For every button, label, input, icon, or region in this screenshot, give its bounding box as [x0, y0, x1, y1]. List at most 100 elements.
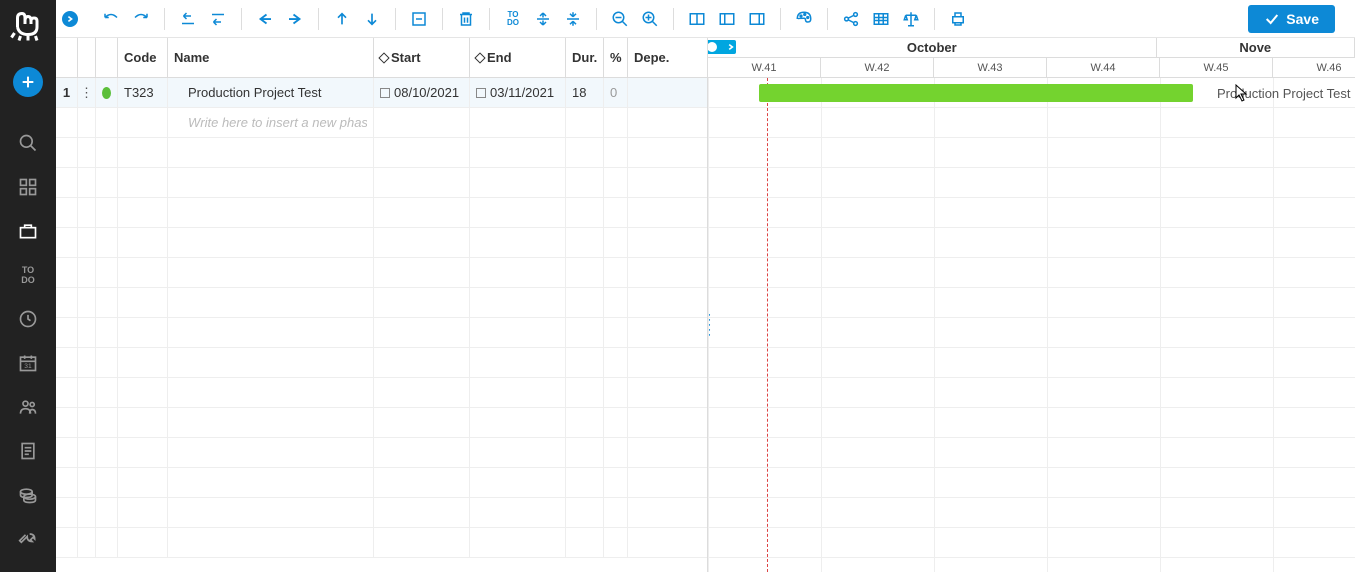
save-button[interactable]: Save: [1248, 5, 1335, 33]
table-row[interactable]: [56, 408, 707, 438]
todo-toolbar-button[interactable]: TODO: [501, 7, 525, 31]
gantt-row[interactable]: [708, 138, 1355, 168]
gantt-row[interactable]: [708, 318, 1355, 348]
table-row[interactable]: [56, 468, 707, 498]
table-row[interactable]: [56, 438, 707, 468]
gantt-row[interactable]: [708, 468, 1355, 498]
decrease-button[interactable]: [407, 7, 431, 31]
save-button-label: Save: [1286, 11, 1319, 27]
svg-text:31: 31: [24, 363, 32, 370]
table-row[interactable]: [56, 348, 707, 378]
balance-button[interactable]: [899, 7, 923, 31]
gantt-row[interactable]: [708, 258, 1355, 288]
table-row[interactable]: [56, 108, 707, 138]
gantt-row[interactable]: [708, 438, 1355, 468]
checkbox-icon[interactable]: [380, 88, 390, 98]
row-pct[interactable]: 0: [604, 78, 628, 107]
gantt-row[interactable]: [708, 288, 1355, 318]
table-button[interactable]: [869, 7, 893, 31]
gantt-row[interactable]: [708, 198, 1355, 228]
table-row[interactable]: 1⋮T323Production Project Test08/10/20210…: [56, 78, 707, 108]
toolbar: TODO: [56, 0, 1355, 38]
share-button[interactable]: [839, 7, 863, 31]
gantt-row[interactable]: [708, 348, 1355, 378]
zoom-out-button[interactable]: [608, 7, 632, 31]
document-icon[interactable]: [8, 431, 48, 471]
col-end[interactable]: End: [470, 38, 566, 77]
layout-right-button[interactable]: [745, 7, 769, 31]
col-depe[interactable]: Depe.: [628, 38, 668, 77]
table-row[interactable]: [56, 138, 707, 168]
add-button[interactable]: [13, 67, 43, 97]
insert-below-button[interactable]: [206, 7, 230, 31]
checkbox-icon[interactable]: [476, 88, 486, 98]
delete-button[interactable]: [454, 7, 478, 31]
row-end[interactable]: 03/11/2021: [470, 78, 566, 107]
grid-header: Code Name Start End Dur. % Depe.: [56, 38, 707, 78]
print-button[interactable]: [946, 7, 970, 31]
gantt-week-header: W.46: [1273, 58, 1355, 78]
undo-button[interactable]: [99, 7, 123, 31]
table-row[interactable]: [56, 228, 707, 258]
gantt-row[interactable]: [708, 528, 1355, 558]
gantt-bar-label: Production Project Test: [1217, 86, 1350, 101]
collapse-all-button[interactable]: [561, 7, 585, 31]
gantt-row[interactable]: [708, 228, 1355, 258]
table-row[interactable]: [56, 288, 707, 318]
row-depe[interactable]: [628, 78, 668, 107]
col-pct[interactable]: %: [604, 38, 628, 77]
todo-icon[interactable]: TO DO: [8, 255, 48, 295]
move-down-button[interactable]: [360, 7, 384, 31]
collapse-toggle[interactable]: [62, 11, 78, 27]
gantt-week-header: W.41: [708, 58, 821, 78]
row-handle-icon[interactable]: ⋮: [78, 78, 96, 107]
milestone-icon: [378, 52, 389, 63]
people-icon[interactable]: [8, 387, 48, 427]
palette-button[interactable]: [792, 7, 816, 31]
col-dur[interactable]: Dur.: [566, 38, 604, 77]
table-row[interactable]: [56, 378, 707, 408]
clock-icon[interactable]: [8, 299, 48, 339]
table-row[interactable]: [56, 528, 707, 558]
coins-icon[interactable]: [8, 475, 48, 515]
gantt-row[interactable]: [708, 378, 1355, 408]
gantt-row[interactable]: [708, 168, 1355, 198]
expand-all-button[interactable]: [531, 7, 555, 31]
row-status[interactable]: [96, 78, 118, 107]
briefcase-icon[interactable]: [8, 211, 48, 251]
search-icon[interactable]: [8, 123, 48, 163]
indent-button[interactable]: [283, 7, 307, 31]
layout-left-button[interactable]: [715, 7, 739, 31]
insert-above-button[interactable]: [176, 7, 200, 31]
col-code[interactable]: Code: [118, 38, 168, 77]
gantt-month-header: Nove: [1157, 38, 1355, 58]
row-start[interactable]: 08/10/2021: [374, 78, 470, 107]
gantt-chart: OctoberNove W.41W.42W.43W.44W.45W.46 ●●●…: [708, 38, 1355, 572]
table-row[interactable]: [56, 198, 707, 228]
gantt-bar[interactable]: Production Project Test: [759, 84, 1193, 102]
table-row[interactable]: [56, 258, 707, 288]
table-row[interactable]: [56, 318, 707, 348]
row-index: 1: [56, 78, 78, 107]
gantt-row[interactable]: [708, 498, 1355, 528]
redo-button[interactable]: [129, 7, 153, 31]
table-row[interactable]: [56, 498, 707, 528]
move-up-button[interactable]: [330, 7, 354, 31]
gantt-row[interactable]: [708, 408, 1355, 438]
col-name[interactable]: Name: [168, 38, 374, 77]
gantt-scroll-handle[interactable]: [708, 40, 736, 54]
row-name[interactable]: Production Project Test: [168, 78, 374, 107]
table-row[interactable]: [56, 168, 707, 198]
layout-split-button[interactable]: [685, 7, 709, 31]
row-dur[interactable]: 18: [566, 78, 604, 107]
wrench-icon[interactable]: [8, 519, 48, 559]
outdent-button[interactable]: [253, 7, 277, 31]
calendar-icon[interactable]: 31: [8, 343, 48, 383]
zoom-in-button[interactable]: [638, 7, 662, 31]
gantt-row[interactable]: [708, 108, 1355, 138]
insert-phase-input[interactable]: [168, 108, 374, 137]
col-start[interactable]: Start: [374, 38, 470, 77]
dashboard-icon[interactable]: [8, 167, 48, 207]
gantt-week-header: W.44: [1047, 58, 1160, 78]
row-code[interactable]: T323: [118, 78, 168, 107]
